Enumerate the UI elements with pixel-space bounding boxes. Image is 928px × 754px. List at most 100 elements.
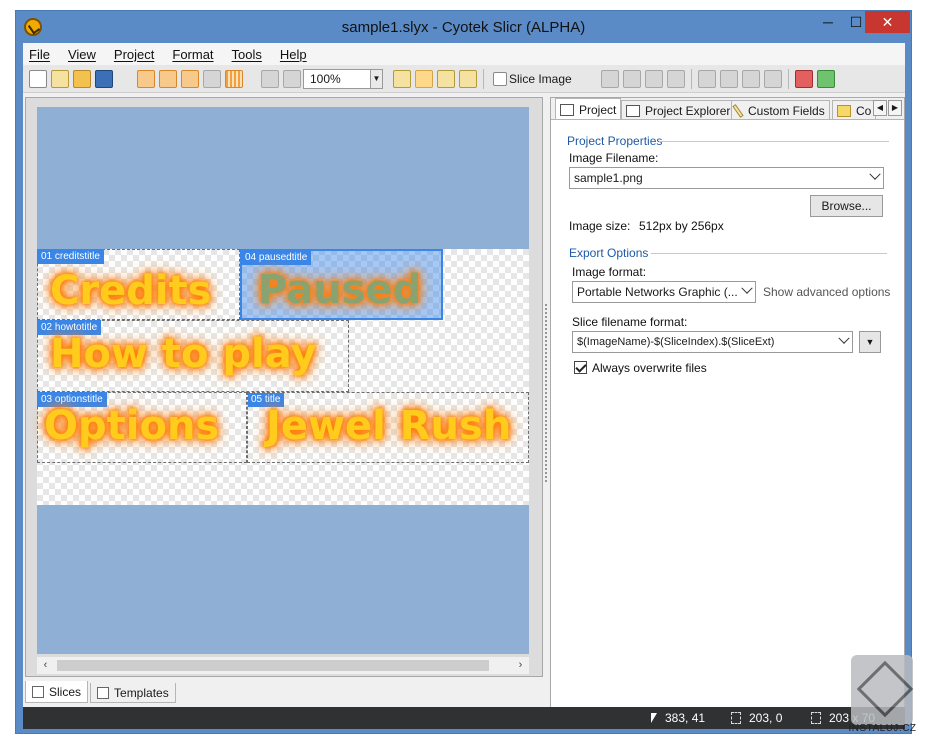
selection-position: 203, 0 [749, 711, 783, 725]
zoom-dropdown-icon[interactable]: ▼ [371, 69, 383, 89]
close-button[interactable]: ✕ [865, 11, 910, 33]
space-vertical-icon[interactable] [742, 70, 760, 88]
watermark: INSTALUJ.CZ [845, 653, 920, 743]
add-slice-icon[interactable] [817, 70, 835, 88]
tab-project-explorer[interactable]: Project Explorer [621, 100, 736, 119]
scroll-left-icon[interactable]: ‹ [37, 657, 54, 674]
project-explorer-icon [626, 104, 640, 117]
image-format-label: Image format: [572, 265, 647, 279]
view-background-icon[interactable] [203, 70, 221, 88]
image-format-select[interactable]: Portable Networks Graphic (... [572, 281, 756, 303]
view-grid-icon[interactable] [225, 70, 243, 88]
scroll-thumb[interactable] [57, 660, 489, 671]
always-overwrite-checkbox[interactable] [574, 361, 587, 374]
menu-project[interactable]: Project [114, 47, 154, 62]
slice-optionstitle[interactable]: 03 optionstitle Options [37, 392, 247, 463]
browse-button[interactable]: Browse... [810, 195, 883, 217]
toolbar-tools-group: Slice Image [391, 68, 575, 90]
menu-tools[interactable]: Tools [232, 47, 262, 62]
align-bottom-icon[interactable] [623, 70, 641, 88]
slices-icon [32, 685, 44, 698]
cursor-position: 383, 41 [665, 711, 706, 725]
status-bar: 383, 41 203, 0 203 x 70 [23, 707, 905, 729]
open-folder-icon[interactable] [73, 70, 91, 88]
canvas-panel: 01 creditstitle Credits 04 pausedtitle P… [25, 97, 543, 677]
draw-slice-icon[interactable] [437, 70, 455, 88]
remove-slice-icon[interactable] [795, 70, 813, 88]
toolbar-separator [788, 69, 789, 89]
insert-token-button[interactable]: ▼ [859, 331, 881, 353]
image-size-value: 512px by 256px [639, 219, 724, 233]
view-image-icon[interactable] [137, 70, 155, 88]
tab-co-label: Co [856, 103, 872, 118]
pen-tool-icon[interactable] [393, 70, 411, 88]
image-filename-select[interactable]: sample1.png [569, 167, 884, 189]
slice-creditstitle[interactable]: 01 creditstitle Credits [37, 249, 240, 320]
app-window: sample1.slyx - Cyotek Slicr (ALPHA) ─ ☐ … [15, 10, 912, 734]
zoom-actual-icon[interactable] [261, 70, 279, 88]
project-properties-heading: Project Properties [567, 134, 663, 148]
toolbar-separator [691, 69, 692, 89]
view-outline-icon[interactable] [181, 70, 199, 88]
title-bar[interactable]: sample1.slyx - Cyotek Slicr (ALPHA) ─ ☐ … [16, 11, 911, 43]
tab-project-label: Project [579, 103, 617, 117]
tab-project[interactable]: Project [555, 98, 622, 119]
menu-help[interactable]: Help [280, 47, 307, 62]
menu-view[interactable]: View [68, 47, 96, 62]
slice-image-label: Slice Image [509, 72, 572, 86]
minimize-button[interactable]: ─ [814, 11, 842, 33]
image-filename-value: sample1.png [574, 171, 643, 185]
slice-howtotitle[interactable]: 02 howtotitle How to play [37, 320, 349, 392]
image-canvas[interactable]: 01 creditstitle Credits 04 pausedtitle P… [37, 107, 529, 654]
align-top-icon[interactable] [601, 70, 619, 88]
scroll-right-icon[interactable]: › [512, 657, 529, 674]
tab-co[interactable]: Co [832, 100, 877, 119]
slice-image-button[interactable]: Slice Image [488, 69, 575, 89]
tab-templates-label: Templates [114, 685, 169, 700]
align-right-icon[interactable] [667, 70, 685, 88]
watermark-logo [851, 655, 913, 725]
new-file-icon[interactable] [29, 70, 47, 88]
panel-splitter[interactable] [544, 303, 548, 483]
slice-filename-format-select[interactable]: $(ImageName)-$(SliceIndex).$(SliceExt) [572, 331, 853, 353]
slice-filename-format-value: $(ImageName)-$(SliceIndex).$(SliceExt) [577, 336, 775, 348]
slice-graphic-text: Credits [50, 268, 212, 314]
cursor-icon [651, 713, 657, 723]
menu-file[interactable]: File [29, 47, 50, 62]
export-options-heading: Export Options [569, 246, 649, 260]
same-width-icon[interactable] [698, 70, 716, 88]
tab-scroll-left-icon[interactable]: ◀ [873, 100, 887, 116]
image-size-label: Image size: [569, 219, 631, 233]
project-icon [560, 104, 574, 116]
window-title: sample1.slyx - Cyotek Slicr (ALPHA) [341, 19, 586, 36]
menu-format[interactable]: Format [172, 47, 213, 62]
slice-title[interactable]: 05 title Jewel Rush [247, 392, 529, 463]
show-advanced-options-link[interactable]: Show advanced options [763, 285, 890, 299]
pointer-tool-icon[interactable] [415, 70, 433, 88]
tab-slices[interactable]: Slices [25, 681, 89, 703]
zoom-fit-icon[interactable] [283, 70, 301, 88]
zoom-select[interactable]: 100% [303, 69, 371, 89]
slice-pausedtitle[interactable]: 04 pausedtitle Paused [240, 249, 443, 320]
horizontal-scrollbar[interactable]: ‹ › [37, 657, 529, 674]
slice-tag: 04 pausedtitle [241, 250, 312, 265]
view-slices-icon[interactable] [159, 70, 177, 88]
same-height-icon[interactable] [720, 70, 738, 88]
tab-scroll-right-icon[interactable]: ▶ [888, 100, 902, 116]
properties-panel: Project Project Explorer Custom Fields C… [550, 97, 905, 717]
bottom-tab-strip: Slices Templates [25, 681, 543, 703]
space-horizontal-icon[interactable] [764, 70, 782, 88]
edit-file-icon[interactable] [51, 70, 69, 88]
chevron-down-icon [838, 332, 850, 344]
chevron-down-icon [869, 168, 881, 180]
size-icon [811, 712, 821, 724]
selection-icon [731, 712, 741, 724]
watermark-text: INSTALUJ.CZ [848, 723, 917, 734]
tab-slices-label: Slices [49, 684, 82, 699]
slice-tag: 01 creditstitle [37, 249, 104, 264]
auto-slice-icon[interactable] [459, 70, 477, 88]
save-icon[interactable] [95, 70, 113, 88]
tab-templates[interactable]: Templates [90, 683, 176, 703]
align-left-icon[interactable] [645, 70, 663, 88]
tab-custom-fields[interactable]: Custom Fields [731, 100, 830, 119]
